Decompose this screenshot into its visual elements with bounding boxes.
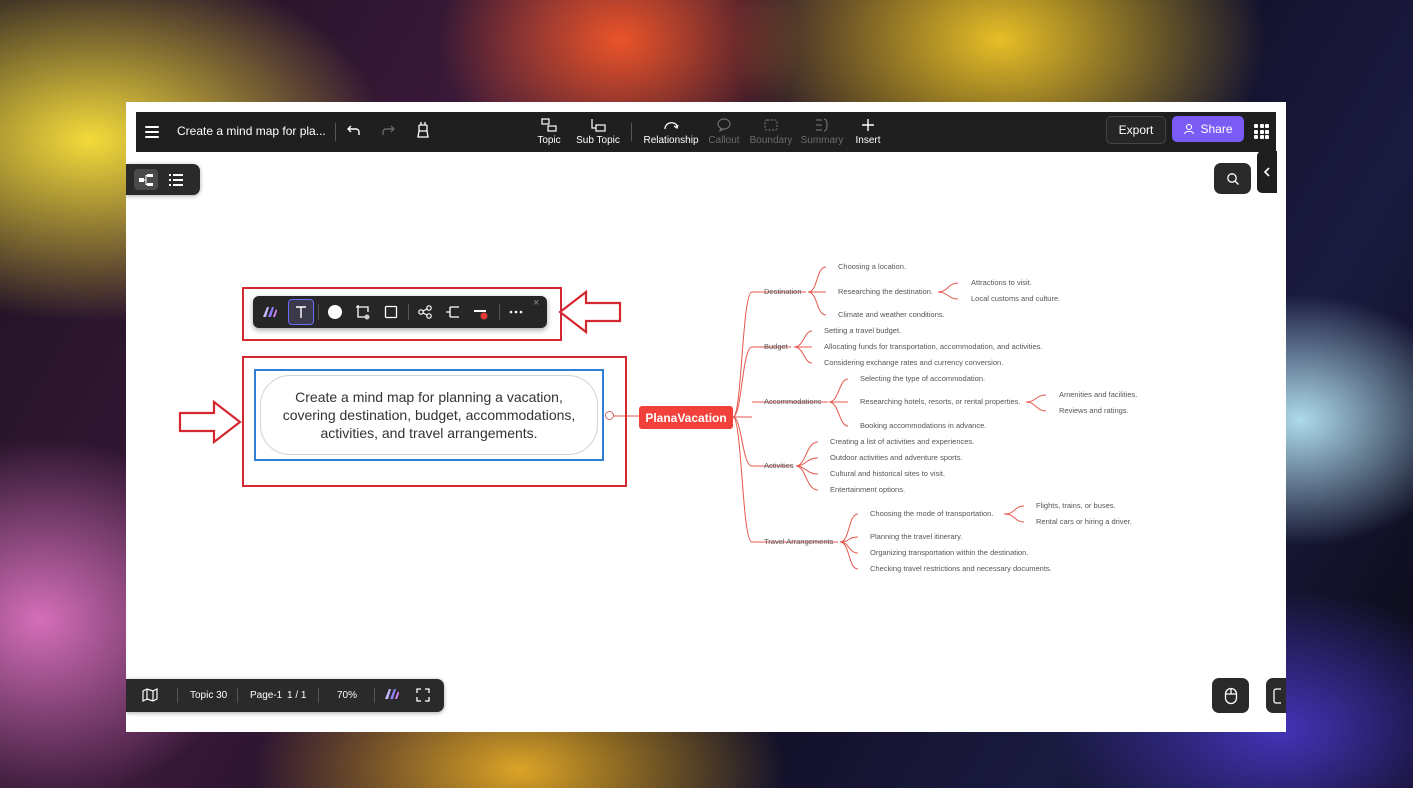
annotation-arrow-left-icon [558, 290, 622, 334]
subtopic[interactable]: Amenities and facilities. [1059, 390, 1137, 400]
branch-accommodations[interactable]: Accommodations [764, 397, 822, 407]
subtopic[interactable]: Allocating funds for transportation, acc… [824, 342, 1042, 352]
subtopic[interactable]: Choosing a location. [838, 262, 906, 272]
topic-label: Topic [537, 135, 561, 146]
page-selector[interactable]: Page-1 [250, 690, 282, 701]
branch-budget[interactable]: Budget [764, 342, 788, 352]
subtopic[interactable]: Flights, trains, or buses. [1036, 501, 1116, 511]
subtopic[interactable]: Checking travel restrictions and necessa… [870, 564, 1052, 574]
relationship-label: Relationship [643, 135, 699, 146]
divider [318, 688, 319, 703]
subtopic[interactable]: Considering exchange rates and currency … [824, 358, 1003, 368]
branch-travel-arrangements[interactable]: Travel Arrangements [764, 537, 833, 547]
subtopic[interactable]: Booking accommodations in advance. [860, 421, 986, 431]
subtopic[interactable]: Cultural and historical sites to visit. [830, 469, 945, 479]
subtopic[interactable]: Organizing transportation within the des… [870, 548, 1028, 558]
subtopic[interactable]: Researching hotels, resorts, or rental p… [860, 397, 1021, 407]
mouse-mode-button[interactable] [1212, 678, 1249, 713]
divider [631, 123, 632, 141]
mouse-icon [1224, 687, 1237, 704]
summary-label: Summary [800, 135, 844, 146]
format-painter-icon[interactable] [415, 121, 431, 144]
search-button[interactable] [1214, 163, 1251, 194]
annotation-box-toolbar [242, 287, 562, 341]
topic-count: Topic 30 [190, 690, 228, 701]
search-icon [1226, 172, 1239, 185]
branch-activities[interactable]: Activities [764, 461, 794, 471]
insert-tool[interactable]: Insert [854, 115, 882, 146]
divider [374, 688, 375, 703]
annotation-box-topic [242, 356, 627, 487]
share-label: Share [1200, 122, 1233, 136]
fullscreen-icon[interactable] [416, 688, 430, 705]
subtopic[interactable]: Creating a list of activities and experi… [830, 437, 974, 447]
subtopic[interactable]: Researching the destination. [838, 287, 933, 297]
outline-view-button[interactable] [164, 169, 188, 190]
boundary-label: Boundary [749, 135, 793, 146]
divider [177, 688, 178, 703]
root-topic[interactable]: PlanaVacation [639, 406, 733, 429]
subtopic-tool[interactable]: Sub Topic [575, 115, 621, 146]
relationship-tool[interactable]: Relationship [643, 115, 699, 146]
topic-tool[interactable]: Topic [537, 115, 561, 146]
subtopic[interactable]: Planning the travel itinerary. [870, 532, 962, 542]
subtopic[interactable]: Reviews and ratings. [1059, 406, 1129, 416]
subtopic[interactable]: Outdoor activities and adventure sports. [830, 453, 963, 463]
summary-icon [800, 115, 844, 135]
user-icon [1184, 123, 1195, 135]
apps-grid-icon[interactable] [1254, 124, 1269, 139]
outline-view-icon [169, 173, 183, 186]
summary-tool[interactable]: Summary [800, 115, 844, 146]
menu-icon[interactable] [145, 122, 159, 142]
annotation-arrow-right-icon [178, 400, 242, 444]
subtopic[interactable]: Rental cars or hiring a driver. [1036, 517, 1132, 527]
insert-label: Insert [855, 135, 881, 146]
subtopic-icon [575, 115, 621, 135]
plus-icon [854, 115, 882, 135]
undo-icon[interactable] [346, 122, 362, 143]
mindmap-view-button[interactable] [134, 169, 158, 190]
subtopic-label: Sub Topic [576, 135, 620, 146]
mindmap-app-window: Create a mind map for pla... Topic Sub T… [126, 102, 1286, 732]
ai-icon[interactable] [384, 688, 400, 703]
topic-icon [537, 115, 561, 135]
divider [237, 688, 238, 703]
side-action-button[interactable] [1266, 678, 1286, 713]
subtopic[interactable]: Entertainment options. [830, 485, 905, 495]
callout-icon [706, 115, 742, 135]
chevron-left-icon [1263, 167, 1270, 177]
subtopic[interactable]: Climate and weather conditions. [838, 310, 945, 320]
map-overview-icon[interactable] [142, 688, 158, 705]
subtopic[interactable]: Setting a travel budget. [824, 326, 901, 336]
zoom-level[interactable]: 70% [337, 690, 357, 701]
subtopic[interactable]: Local customs and culture. [971, 294, 1060, 304]
top-toolbar: Create a mind map for pla... Topic Sub T… [136, 112, 1276, 152]
document-title[interactable]: Create a mind map for pla... [177, 124, 326, 138]
subtopic[interactable]: Choosing the mode of transportation. [870, 509, 993, 519]
relationship-icon [643, 115, 699, 135]
callout-label: Callout [708, 135, 740, 146]
mindmap-view-icon [139, 173, 153, 186]
note-icon [1273, 687, 1281, 704]
collapse-panel-button[interactable] [1257, 151, 1277, 193]
branch-destination[interactable]: Destination [764, 287, 802, 297]
export-button[interactable]: Export [1106, 116, 1166, 144]
page-count: 1 / 1 [287, 690, 307, 701]
bottom-status-bar: Topic 30 Page-1 1 / 1 70% [126, 679, 444, 712]
subtopic[interactable]: Attractions to visit. [971, 278, 1032, 288]
boundary-icon [749, 115, 793, 135]
boundary-tool[interactable]: Boundary [749, 115, 793, 146]
subtopic[interactable]: Selecting the type of accommodation. [860, 374, 985, 384]
divider [335, 123, 336, 141]
redo-icon[interactable] [380, 122, 396, 143]
callout-tool[interactable]: Callout [706, 115, 742, 146]
view-toggle [126, 164, 200, 195]
share-button[interactable]: Share [1172, 116, 1244, 142]
